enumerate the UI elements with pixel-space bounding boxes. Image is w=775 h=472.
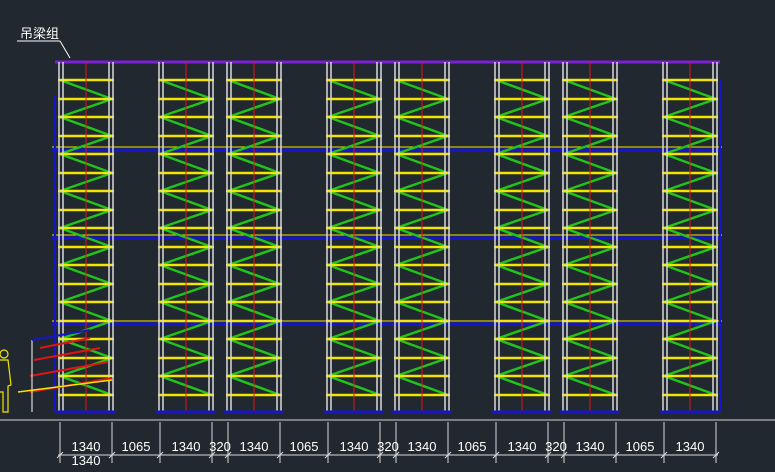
dimension-label: 1340 [340, 439, 369, 454]
dimension-label: 1065 [626, 439, 655, 454]
dimension-label: 1340 [72, 439, 101, 454]
dimension-label: 320 [377, 439, 399, 454]
scaffold-structure [0, 60, 775, 421]
dimension-label: 1065 [122, 439, 151, 454]
dimension-label: 320 [545, 439, 567, 454]
scaffold-elevation-drawing: 1340 1065 1340 320 1340 1065 1340 320 1340 1065 13… [0, 27, 775, 468]
access-stair [17, 329, 113, 412]
label-leader-diagonal [59, 40, 71, 59]
dimension-label: 1065 [458, 439, 487, 454]
dimension-line-group: 1340 1065 1340 320 1340 1065 1340 320 1340 1065 13… [56, 422, 720, 468]
dimension-label: 1340 [172, 439, 201, 454]
dimension-label: 1340 [676, 439, 705, 454]
dimension-label-extra: 1340 [72, 453, 101, 468]
dimension-label: 1340 [240, 439, 269, 454]
dimension-label: 1340 [408, 439, 437, 454]
dimension-label: 320 [209, 439, 231, 454]
hanging-beam-group-label: 吊梁组 [20, 27, 59, 42]
dimension-label: 1065 [290, 439, 319, 454]
dimension-label: 1340 [508, 439, 537, 454]
figure-body [0, 359, 12, 413]
figure-head [0, 349, 9, 359]
dimension-label: 1340 [576, 439, 605, 454]
